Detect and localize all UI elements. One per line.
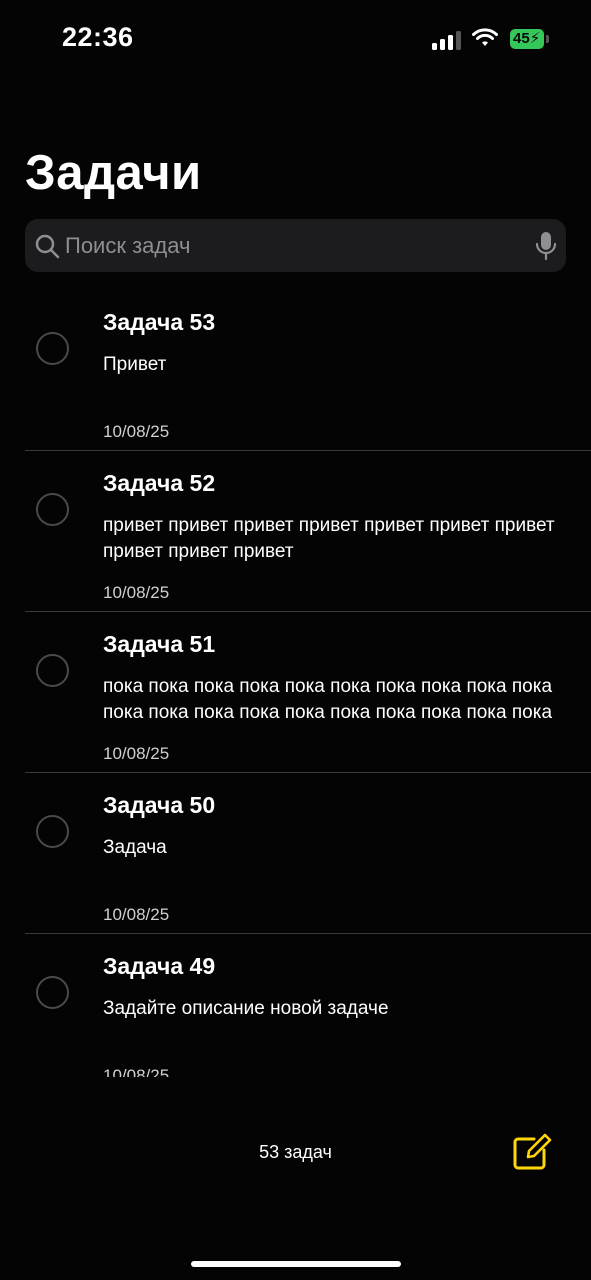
task-date: 10/08/25: [103, 905, 170, 924]
task-item[interactable]: Задача 53 Привет 10/08/25: [0, 290, 591, 451]
task-checkbox[interactable]: [36, 493, 69, 526]
task-item[interactable]: Задача 50 Задача 10/08/25: [0, 773, 591, 934]
status-bar: 22:36 45⚡: [0, 0, 591, 80]
task-list[interactable]: Задача 53 Привет 10/08/25 Задача 52 прив…: [0, 290, 591, 1077]
wifi-icon: [472, 28, 498, 46]
task-checkbox[interactable]: [36, 815, 69, 848]
battery-level: 45: [513, 30, 530, 47]
task-description: Задача: [103, 837, 167, 858]
microphone-icon[interactable]: [535, 231, 557, 261]
task-title: Задача 53: [103, 309, 216, 335]
battery-tip: [546, 35, 549, 43]
task-description: пока пока пока пока пока пока пока пока …: [103, 676, 553, 723]
home-indicator[interactable]: [191, 1261, 401, 1267]
task-item[interactable]: Задача 52 привет привет привет привет пр…: [0, 451, 591, 612]
task-title: Задача 49: [103, 953, 216, 979]
task-description: привет привет привет привет привет приве…: [103, 515, 555, 562]
search-bar[interactable]: [25, 219, 566, 272]
search-input[interactable]: [65, 219, 515, 272]
search-icon: [35, 234, 60, 259]
charging-bolt-icon: ⚡: [529, 30, 541, 47]
battery-icon: 45⚡: [510, 29, 544, 49]
task-date: 10/08/25: [103, 744, 170, 763]
task-description: Привет: [103, 354, 167, 375]
task-item[interactable]: Задача 51 пока пока пока пока пока пока …: [0, 612, 591, 773]
new-task-icon[interactable]: [512, 1133, 552, 1171]
task-title: Задача 51: [103, 631, 216, 657]
status-time: 22:36: [62, 22, 134, 52]
task-checkbox[interactable]: [36, 332, 69, 365]
page-title: Задачи: [25, 146, 202, 200]
task-title: Задача 50: [103, 792, 216, 818]
task-date: 10/08/25: [103, 583, 170, 602]
task-date: 10/08/25: [103, 422, 170, 441]
task-item[interactable]: Задача 49 Задайте описание новой задаче …: [0, 934, 591, 1077]
task-title: Задача 52: [103, 470, 216, 496]
task-checkbox[interactable]: [36, 654, 69, 687]
task-count: 53 задач: [259, 1142, 332, 1162]
task-checkbox[interactable]: [36, 976, 69, 1009]
task-date: 10/08/25: [103, 1066, 170, 1077]
task-description: Задайте описание новой задаче: [103, 998, 389, 1019]
cellular-signal-icon: [432, 30, 462, 50]
